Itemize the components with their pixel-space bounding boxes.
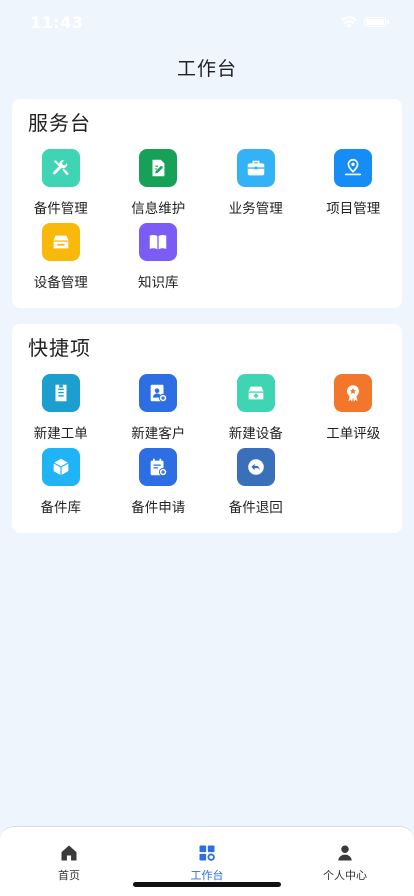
tile-business-management[interactable]: 业务管理 bbox=[207, 149, 305, 223]
tile-work-order-rating[interactable]: 工单评级 bbox=[305, 374, 403, 448]
tile-new-work-order[interactable]: 新建工单 bbox=[12, 374, 110, 448]
add-device-icon bbox=[236, 374, 275, 412]
tile-label: 新建工单 bbox=[33, 426, 88, 442]
tile-spare-parts-warehouse[interactable]: 备件库 bbox=[12, 448, 110, 522]
document-list-icon bbox=[41, 374, 80, 412]
tile-label: 备件管理 bbox=[33, 201, 88, 217]
note-edit-icon bbox=[139, 149, 178, 187]
user-icon bbox=[338, 845, 352, 861]
status-icons bbox=[340, 15, 389, 29]
tile-new-device[interactable]: 新建设备 bbox=[207, 374, 305, 448]
service-desk-grid: 备件管理 信息维护 业务管理 项目管理 设备管理 知识库 bbox=[12, 149, 402, 297]
return-arrow-icon bbox=[236, 448, 275, 486]
wifi-icon bbox=[341, 16, 357, 28]
tile-label: 设备管理 bbox=[33, 275, 88, 291]
tile-label: 新建设备 bbox=[228, 426, 283, 442]
shortcuts-title: 快捷项 bbox=[28, 336, 91, 360]
tab-label: 工作台 bbox=[190, 869, 224, 882]
book-icon bbox=[139, 223, 178, 261]
tab-label: 首页 bbox=[58, 869, 80, 882]
tab-profile[interactable]: 个人中心 bbox=[290, 843, 400, 896]
service-desk-card: 服务台 备件管理 信息维护 业务管理 项目管理 设备管理 知识库 bbox=[12, 99, 402, 308]
shortcuts-grid: 新建工单 新建客户 新建设备 工单评级 备件库 备件申请 备件退回 bbox=[12, 374, 402, 522]
tab-label: 个人中心 bbox=[323, 869, 367, 882]
tile-knowledge-base[interactable]: 知识库 bbox=[110, 223, 208, 297]
device-box-icon bbox=[41, 223, 80, 261]
page-title: 工作台 bbox=[176, 58, 237, 80]
tile-info-maintenance[interactable]: 信息维护 bbox=[110, 149, 208, 223]
tile-label: 备件退回 bbox=[228, 500, 283, 516]
battery-icon bbox=[364, 17, 389, 27]
tile-label: 知识库 bbox=[138, 275, 179, 291]
cube-icon bbox=[41, 448, 80, 486]
tile-device-management[interactable]: 设备管理 bbox=[12, 223, 110, 297]
calendar-add-icon bbox=[139, 448, 178, 486]
tile-label: 工单评级 bbox=[326, 426, 381, 442]
location-pin-icon bbox=[334, 149, 373, 187]
tile-spare-parts-management[interactable]: 备件管理 bbox=[12, 149, 110, 223]
workbench-grid-icon bbox=[199, 845, 215, 861]
briefcase-icon bbox=[236, 149, 275, 187]
tile-label: 备件申请 bbox=[131, 500, 186, 516]
status-bar: 11:43 bbox=[0, 0, 414, 44]
tile-new-customer[interactable]: 新建客户 bbox=[110, 374, 208, 448]
tools-icon bbox=[41, 149, 80, 187]
status-time: 11:43 bbox=[30, 12, 84, 32]
home-indicator bbox=[133, 882, 281, 887]
service-desk-title: 服务台 bbox=[28, 111, 91, 135]
badge-star-icon bbox=[334, 374, 373, 412]
add-contact-icon bbox=[139, 374, 178, 412]
tile-label: 信息维护 bbox=[131, 201, 186, 217]
home-icon bbox=[61, 845, 77, 861]
tile-spare-parts-request[interactable]: 备件申请 bbox=[110, 448, 208, 522]
tab-home[interactable]: 首页 bbox=[14, 843, 124, 896]
tab-workbench[interactable]: 工作台 bbox=[152, 843, 262, 896]
tile-label: 新建客户 bbox=[131, 426, 186, 442]
tile-label: 备件库 bbox=[40, 500, 82, 516]
tile-label: 业务管理 bbox=[228, 201, 283, 217]
tile-label: 项目管理 bbox=[326, 201, 381, 217]
tile-project-management[interactable]: 项目管理 bbox=[305, 149, 403, 223]
shortcuts-card: 快捷项 新建工单 新建客户 新建设备 工单评级 备件库 备件申请 备件退回 bbox=[12, 324, 402, 533]
tile-spare-parts-return[interactable]: 备件退回 bbox=[207, 448, 305, 522]
